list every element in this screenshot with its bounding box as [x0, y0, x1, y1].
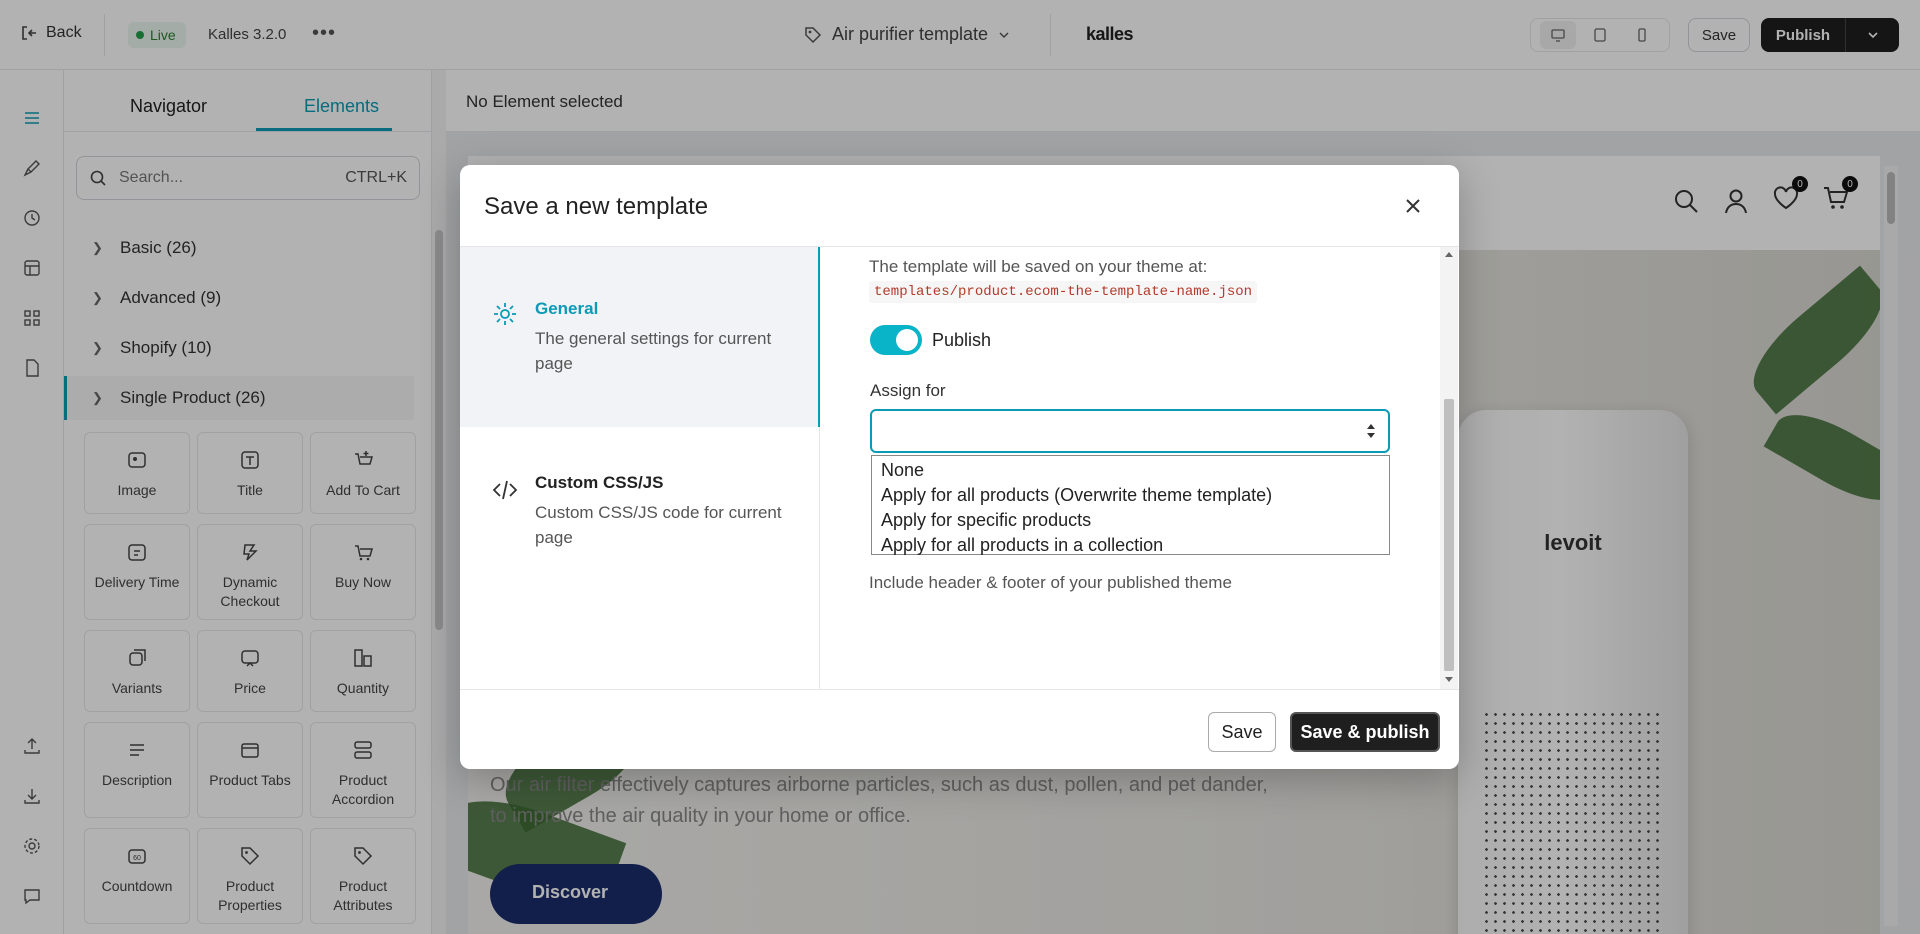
- select-arrows-icon: [1367, 424, 1375, 438]
- publish-toggle[interactable]: [870, 325, 922, 355]
- dialog-scrollbar[interactable]: [1440, 247, 1458, 689]
- publish-toggle-label: Publish: [932, 329, 992, 350]
- publish-toggle-row: Publish: [862, 317, 998, 363]
- save-location-label: The template will be saved on your theme…: [869, 257, 1208, 276]
- dialog-sidebar: General The general settings for current…: [460, 247, 820, 689]
- save-and-publish-button[interactable]: Save & publish: [1290, 712, 1440, 752]
- dialog-header: Save a new template: [460, 165, 1459, 247]
- nav-title: General: [535, 299, 599, 318]
- nav-general[interactable]: General The general settings for current…: [460, 247, 820, 427]
- template-path: templates/product.ecom-the-template-name…: [869, 281, 1258, 303]
- include-header-footer-text: Include header & footer of your publishe…: [869, 573, 1232, 592]
- option-none[interactable]: None: [872, 458, 1389, 483]
- scroll-down-icon[interactable]: [1445, 677, 1453, 683]
- gear-icon: [494, 303, 516, 325]
- scroll-up-icon[interactable]: [1445, 251, 1453, 257]
- dialog-title: Save a new template: [484, 193, 709, 220]
- nav-description: The general settings for current page: [535, 329, 772, 373]
- nav-custom-css-js[interactable]: Custom CSS/JS Custom CSS/JS code for cur…: [460, 427, 820, 607]
- nav-title: Custom CSS/JS: [535, 473, 664, 492]
- dialog-save-button[interactable]: Save: [1208, 712, 1276, 752]
- assign-for-label: Assign for: [870, 381, 946, 400]
- code-icon: [492, 480, 518, 500]
- assign-for-select[interactable]: [870, 409, 1390, 453]
- close-icon[interactable]: [1400, 193, 1426, 219]
- option-all-products[interactable]: Apply for all products (Overwrite theme …: [872, 483, 1389, 508]
- dialog-content: The template will be saved on your theme…: [821, 247, 1459, 689]
- nav-description: Custom CSS/JS code for current page: [535, 503, 782, 547]
- save-template-dialog: Save a new template General The general …: [460, 165, 1459, 769]
- option-collection-products[interactable]: Apply for all products in a collection: [872, 533, 1389, 558]
- assign-for-options: None Apply for all products (Overwrite t…: [871, 455, 1390, 555]
- option-specific-products[interactable]: Apply for specific products: [872, 508, 1389, 533]
- assign-for-field: Assign for None Apply for all products (…: [862, 373, 1406, 565]
- dialog-footer: Save Save & publish: [460, 689, 1459, 769]
- scrollbar-thumb[interactable]: [1444, 399, 1454, 671]
- toggle-knob: [896, 329, 918, 351]
